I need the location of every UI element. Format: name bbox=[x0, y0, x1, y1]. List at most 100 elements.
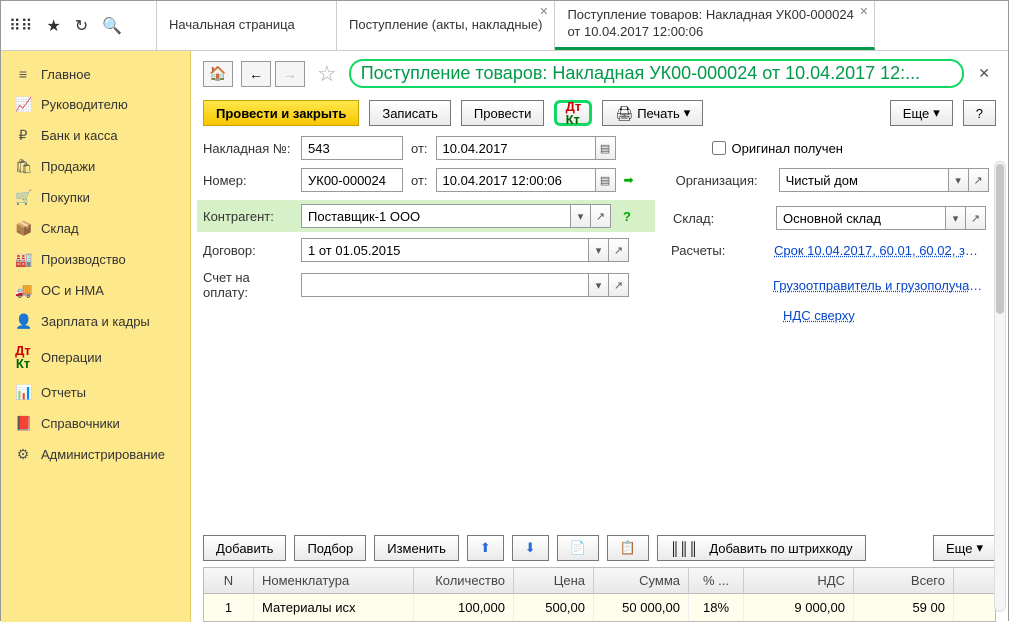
history-icon[interactable]: ↻ bbox=[75, 16, 88, 36]
post-and-close-button[interactable]: Провести и закрыть bbox=[203, 100, 359, 126]
close-content-icon[interactable]: ✕ bbox=[972, 65, 996, 82]
sidebar-item-hr[interactable]: 👤Зарплата и кадры bbox=[1, 306, 190, 337]
edit-button[interactable]: Изменить bbox=[374, 535, 459, 561]
cell-n: 1 bbox=[204, 594, 254, 621]
col-nomenclature[interactable]: Номенклатура bbox=[254, 568, 414, 593]
calc-link[interactable]: Срок 10.04.2017, 60.01, 60.02, зач... bbox=[774, 243, 984, 258]
col-nds[interactable]: НДС bbox=[744, 568, 854, 593]
save-button[interactable]: Записать bbox=[369, 100, 451, 126]
sidebar-item-assets[interactable]: 🚚ОС и НМА bbox=[1, 275, 190, 306]
label-calc: Расчеты: bbox=[671, 243, 766, 258]
col-total[interactable]: Всего bbox=[854, 568, 954, 593]
dropdown-icon[interactable]: ▾ bbox=[589, 238, 609, 262]
open-ref-icon[interactable]: ↗ bbox=[609, 273, 629, 297]
sidebar-item-label: Отчеты bbox=[41, 385, 86, 400]
invoice-no-field[interactable] bbox=[301, 136, 403, 160]
open-ref-icon[interactable]: ↗ bbox=[966, 206, 986, 230]
add-row-button[interactable]: Добавить bbox=[203, 535, 286, 561]
tab-start-page[interactable]: Начальная страница bbox=[157, 1, 337, 50]
tab-current-doc[interactable]: Поступление товаров: Накладная УК00-0000… bbox=[555, 1, 875, 50]
sidebar-item-label: Банк и касса bbox=[41, 128, 118, 143]
vertical-scrollbar[interactable] bbox=[994, 161, 1006, 612]
print-button[interactable]: 🖨Печать▾ bbox=[602, 100, 703, 126]
forward-button[interactable]: → bbox=[275, 61, 305, 87]
invoice-date-field[interactable] bbox=[436, 136, 596, 160]
calendar-icon[interactable]: ▤ bbox=[596, 168, 616, 192]
contragent-field[interactable] bbox=[301, 204, 571, 228]
sidebar-item-reports[interactable]: 📊Отчеты bbox=[1, 377, 190, 408]
open-ref-icon[interactable]: ↗ bbox=[969, 168, 989, 192]
vat-link[interactable]: НДС сверху bbox=[783, 308, 855, 323]
factory-icon: 🏭 bbox=[15, 251, 31, 268]
search-icon[interactable]: 🔍 bbox=[102, 16, 122, 36]
grid-header: N Номенклатура Количество Цена Сумма % .… bbox=[204, 568, 995, 594]
move-down-button[interactable]: ⬇ bbox=[512, 535, 549, 561]
sidebar-item-production[interactable]: 🏭Производство bbox=[1, 244, 190, 275]
dropdown-icon[interactable]: ▾ bbox=[949, 168, 969, 192]
sidebar: ≡Главное 📈Руководителю ₽ Банк и касса 🛍Пр… bbox=[1, 51, 191, 622]
col-sum[interactable]: Сумма bbox=[594, 568, 689, 593]
col-qty[interactable]: Количество bbox=[414, 568, 514, 593]
invoice-acc-field[interactable] bbox=[301, 273, 589, 297]
number-field[interactable] bbox=[301, 168, 403, 192]
open-ref-icon[interactable]: ↗ bbox=[609, 238, 629, 262]
more-button[interactable]: Еще▾ bbox=[890, 100, 953, 126]
favorite-star-icon[interactable]: ☆ bbox=[317, 61, 337, 87]
dk-icon: ДтКт bbox=[15, 344, 31, 370]
help-button[interactable]: ? bbox=[963, 100, 996, 126]
items-grid: N Номенклатура Количество Цена Сумма % .… bbox=[203, 567, 996, 622]
printer-icon: 🖨 bbox=[615, 105, 633, 122]
ruble-icon: ₽ bbox=[15, 127, 31, 144]
add-by-barcode-button[interactable]: ║║║ Добавить по штрихкоду bbox=[657, 535, 865, 561]
sidebar-item-warehouse[interactable]: 📦Склад bbox=[1, 213, 190, 244]
org-field[interactable] bbox=[779, 168, 949, 192]
chevron-down-icon: ▾ bbox=[684, 105, 691, 121]
close-icon[interactable]: ✕ bbox=[859, 5, 868, 19]
close-icon[interactable]: ✕ bbox=[539, 5, 548, 19]
tab-label: Поступление товаров: Накладная УК00-0000… bbox=[567, 7, 862, 41]
pick-button[interactable]: Подбор bbox=[294, 535, 366, 561]
sidebar-item-manager[interactable]: 📈Руководителю bbox=[1, 89, 190, 120]
star-icon[interactable]: ★ bbox=[46, 16, 60, 36]
sidebar-item-admin[interactable]: ⚙Администрирование bbox=[1, 439, 190, 470]
sidebar-item-operations[interactable]: ДтКтОперации bbox=[1, 337, 190, 377]
cell-sum: 50 000,00 bbox=[594, 594, 689, 621]
contract-field[interactable] bbox=[301, 238, 589, 262]
scroll-thumb[interactable] bbox=[996, 164, 1004, 314]
original-received-checkbox[interactable]: Оригинал получен bbox=[712, 141, 843, 156]
sidebar-item-bank[interactable]: ₽ Банк и касса bbox=[1, 120, 190, 151]
col-price[interactable]: Цена bbox=[514, 568, 594, 593]
debit-credit-button[interactable]: ДтКт bbox=[554, 100, 592, 126]
paste-button[interactable]: 📋 bbox=[607, 535, 649, 561]
dropdown-icon[interactable]: ▾ bbox=[571, 204, 591, 228]
calendar-icon[interactable]: ▤ bbox=[596, 136, 616, 160]
datetime-field[interactable] bbox=[436, 168, 596, 192]
warehouse-field[interactable] bbox=[776, 206, 946, 230]
table-more-button[interactable]: Еще▾ bbox=[933, 535, 996, 561]
doc-header: 🏠 ← → ☆ Поступление товаров: Накладная У… bbox=[191, 51, 1008, 96]
table-row[interactable]: 1 Материалы исх 100,000 500,00 50 000,00… bbox=[204, 594, 995, 621]
sidebar-item-main[interactable]: ≡Главное bbox=[1, 59, 190, 89]
col-pct[interactable]: % ... bbox=[689, 568, 744, 593]
back-button[interactable]: ← bbox=[241, 61, 271, 87]
cell-total: 59 00 bbox=[854, 594, 954, 621]
apps-icon[interactable]: ⠿⠿ bbox=[9, 16, 32, 36]
sidebar-item-label: Зарплата и кадры bbox=[41, 314, 150, 329]
move-up-button[interactable]: ⬆ bbox=[467, 535, 504, 561]
sidebar-item-label: ОС и НМА bbox=[41, 283, 104, 298]
sidebar-item-sales[interactable]: 🛍Продажи bbox=[1, 151, 190, 182]
shipper-link[interactable]: Грузоотправитель и грузополучате... bbox=[773, 278, 983, 293]
cell-pct: 18% bbox=[689, 594, 744, 621]
cart-icon: 🛒 bbox=[15, 189, 31, 206]
dropdown-icon[interactable]: ▾ bbox=[589, 273, 609, 297]
open-ref-icon[interactable]: ↗ bbox=[591, 204, 611, 228]
hint-icon[interactable]: ? bbox=[623, 209, 631, 224]
tab-receipts[interactable]: Поступление (акты, накладные)✕ bbox=[337, 1, 555, 50]
sidebar-item-refs[interactable]: 📕Справочники bbox=[1, 408, 190, 439]
post-button[interactable]: Провести bbox=[461, 100, 545, 126]
col-n[interactable]: N bbox=[204, 568, 254, 593]
copy-button[interactable]: 📄 bbox=[557, 535, 599, 561]
home-button[interactable]: 🏠 bbox=[203, 61, 233, 87]
sidebar-item-purchases[interactable]: 🛒Покупки bbox=[1, 182, 190, 213]
dropdown-icon[interactable]: ▾ bbox=[946, 206, 966, 230]
